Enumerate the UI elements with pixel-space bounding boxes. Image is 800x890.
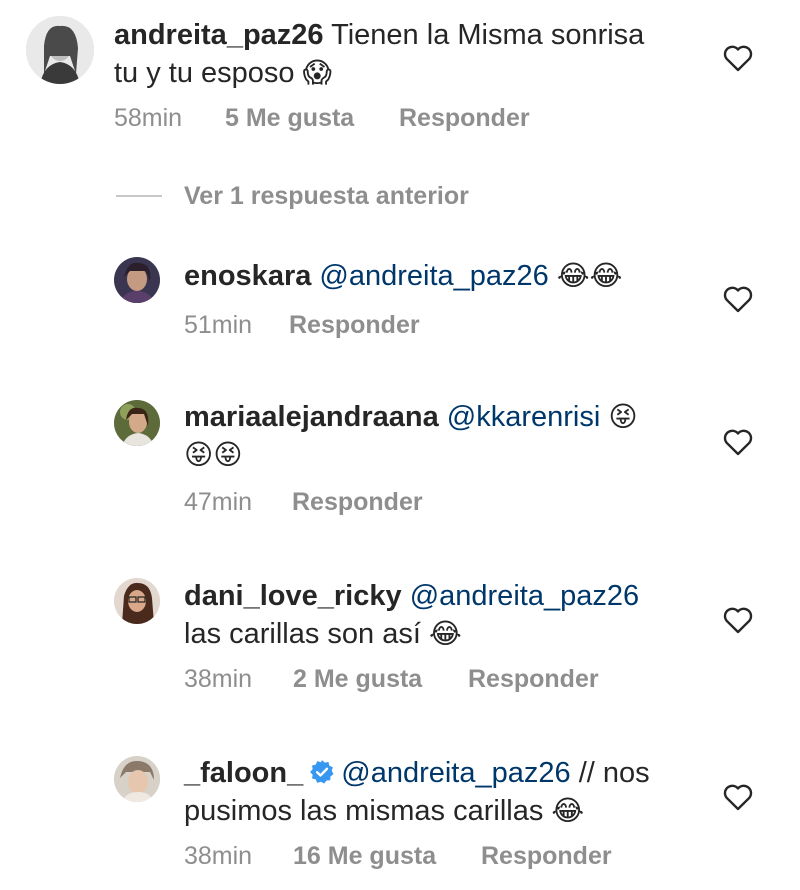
mention-link[interactable]: @andreita_paz26 [410, 580, 639, 612]
avatar[interactable] [114, 400, 160, 446]
likes-count[interactable]: 16 Me gusta [293, 842, 481, 871]
emoji-line2: 😝😝 [184, 438, 243, 471]
comment-body: Tienen la Misma sonrisa [331, 19, 645, 51]
timestamp: 47min [184, 488, 253, 516]
mention-link[interactable]: @andreita_paz26 [319, 260, 548, 292]
emoji: 😝 [608, 400, 638, 433]
timestamp: 38min [184, 842, 253, 870]
emoji: 😱 [302, 56, 332, 89]
likes-count[interactable]: 2 Me gusta [293, 665, 468, 694]
heart-outline-icon[interactable] [722, 605, 754, 635]
reply-button[interactable]: Responder [468, 665, 599, 694]
username[interactable]: andreita_paz26 [114, 19, 324, 51]
emoji: 😂😂 [556, 259, 623, 292]
reply-button[interactable]: Responder [481, 842, 612, 871]
reply-button[interactable]: Responder [289, 311, 420, 340]
username[interactable]: _faloon_ [184, 757, 303, 789]
comment-body: // nos [578, 757, 650, 789]
reply-button[interactable]: Responder [292, 488, 423, 517]
heart-outline-icon[interactable] [722, 43, 754, 73]
timestamp: 58min [114, 104, 183, 132]
verified-badge-icon [310, 760, 334, 784]
comment-meta: 58min 5 Me gusta Responder [114, 104, 530, 133]
comment-meta: 51min Responder [184, 311, 420, 340]
view-previous-label[interactable]: Ver 1 respuesta anterior [184, 182, 469, 211]
comment-meta: 38min 2 Me gusta Responder [184, 665, 599, 694]
mention-link[interactable]: @kkarenrisi [447, 401, 601, 433]
username[interactable]: mariaalejandraana [184, 401, 439, 433]
comment-text: enoskara @andreita_paz26 😂😂 [184, 257, 622, 295]
likes-count[interactable]: 5 Me gusta [225, 104, 399, 133]
heart-outline-icon[interactable] [722, 427, 754, 457]
comment-text: dani_love_ricky @andreita_paz26 las cari… [184, 578, 639, 653]
avatar[interactable] [114, 578, 160, 624]
view-previous-replies[interactable]: Ver 1 respuesta anterior [116, 178, 469, 214]
avatar[interactable] [114, 756, 160, 802]
avatar[interactable] [26, 16, 94, 84]
comment-meta: 47min Responder [184, 488, 423, 517]
heart-outline-icon[interactable] [722, 782, 754, 812]
divider-line [116, 195, 162, 197]
comment-body-line2: pusimos las mismas carillas [184, 795, 544, 827]
comment-body: las carillas son así [184, 618, 421, 650]
reply-button[interactable]: Responder [399, 104, 530, 133]
comment-text: andreita_paz26 Tienen la Misma sonrisa t… [114, 17, 644, 92]
mention-link[interactable]: @andreita_paz26 [341, 757, 570, 789]
heart-outline-icon[interactable] [722, 284, 754, 314]
username[interactable]: enoskara [184, 260, 311, 292]
avatar[interactable] [114, 257, 160, 303]
comment-meta: 38min 16 Me gusta Responder [184, 842, 612, 871]
comment-text: _faloon_ @andreita_paz26 // nos pusimos … [184, 755, 650, 830]
comment-body-line2: tu y tu esposo [114, 57, 295, 89]
timestamp: 38min [184, 665, 253, 693]
comment-text: mariaalejandraana @kkarenrisi 😝 😝😝 [184, 398, 638, 474]
timestamp: 51min [184, 311, 253, 339]
emoji: 😂 [551, 794, 585, 827]
username[interactable]: dani_love_ricky [184, 580, 402, 612]
emoji: 😂 [429, 617, 462, 650]
